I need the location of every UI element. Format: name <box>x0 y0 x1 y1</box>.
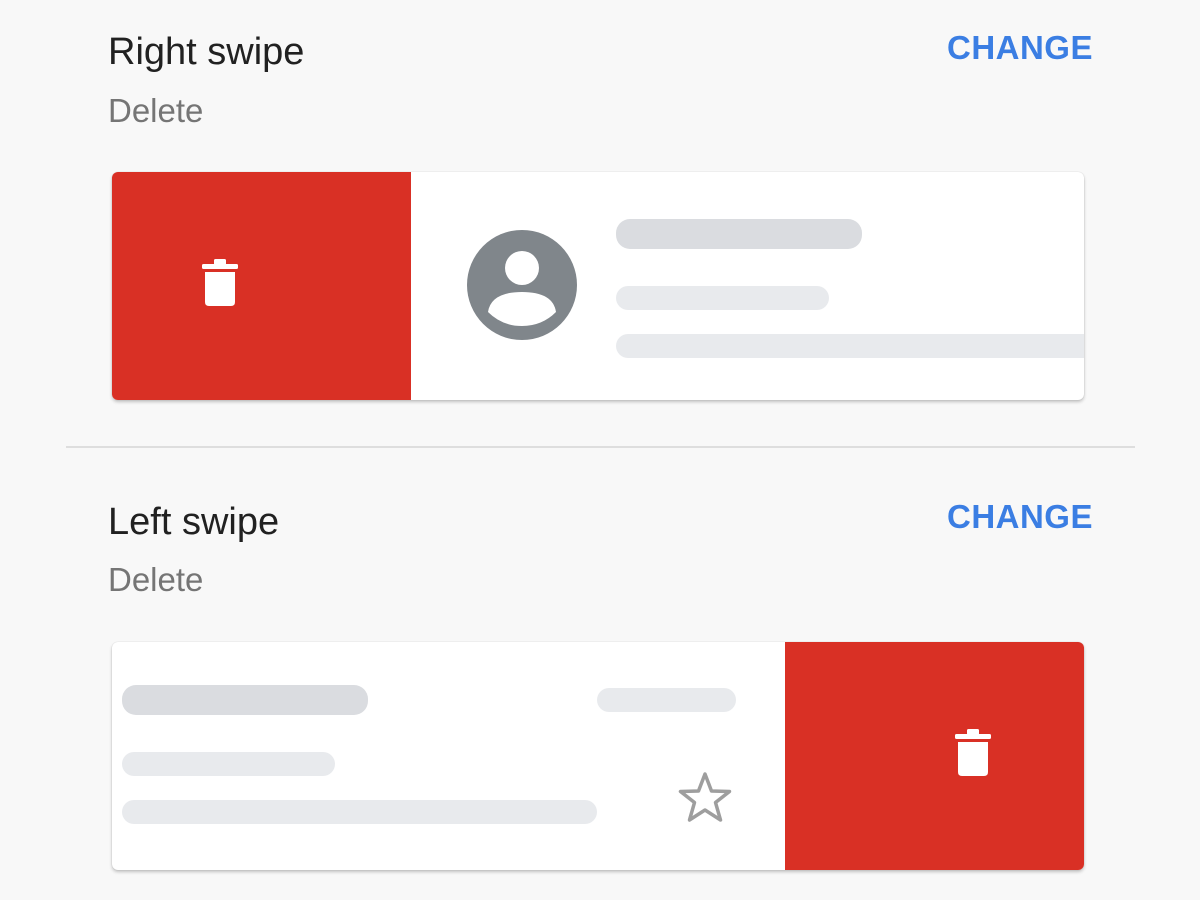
right-swipe-preview-card <box>112 172 1084 400</box>
placeholder-line <box>122 800 597 824</box>
placeholder-line <box>597 688 736 712</box>
right-swipe-change-button[interactable]: CHANGE <box>947 28 1093 68</box>
left-swipe-action: Delete <box>108 561 204 598</box>
right-swipe-section: Right swipe Delete CHANGE <box>0 0 1200 440</box>
placeholder-line <box>616 334 1084 358</box>
left-swipe-preview-card <box>112 642 1084 870</box>
right-swipe-title: Right swipe <box>108 31 305 73</box>
account-circle-icon <box>467 230 577 340</box>
delete-action-panel <box>112 172 411 400</box>
section-divider <box>66 446 1135 448</box>
placeholder-line <box>616 219 862 249</box>
placeholder-line <box>122 752 335 776</box>
trash-icon <box>955 729 991 776</box>
star-outline-icon <box>678 772 732 822</box>
trash-icon <box>202 259 238 306</box>
left-swipe-change-button[interactable]: CHANGE <box>947 497 1093 537</box>
delete-action-panel <box>785 642 1084 870</box>
placeholder-line <box>122 685 368 715</box>
placeholder-line <box>616 286 829 310</box>
left-swipe-title: Left swipe <box>108 501 280 543</box>
left-swipe-section: Left swipe Delete CHANGE <box>0 452 1200 900</box>
right-swipe-action: Delete <box>108 92 204 129</box>
